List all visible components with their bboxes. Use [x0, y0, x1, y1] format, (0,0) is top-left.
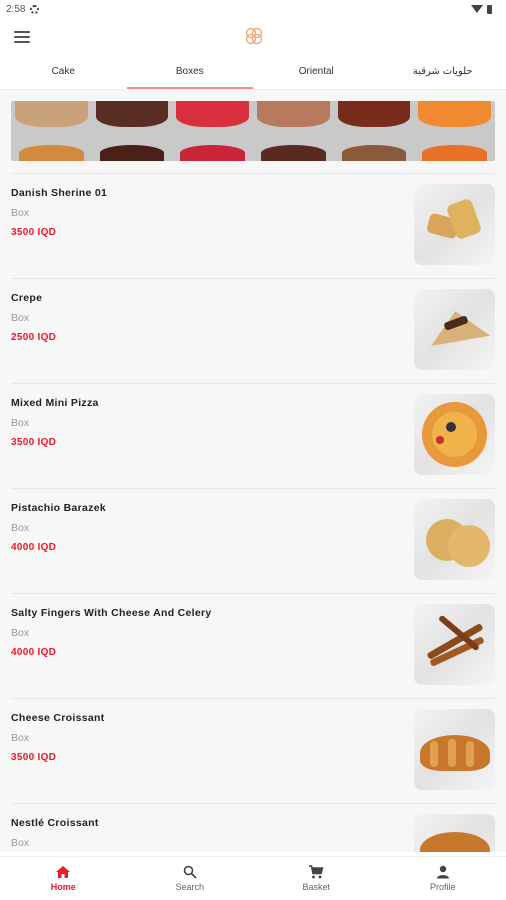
- product-image: [414, 709, 495, 790]
- settings-icon: [30, 4, 40, 14]
- product-name: Salty Fingers With Cheese And Celery: [11, 607, 212, 619]
- tab-oriental[interactable]: Oriental: [253, 56, 380, 89]
- category-tabs: Cake Boxes Oriental حلويات شرقية: [0, 56, 506, 90]
- product-name: Cheese Croissant: [11, 712, 105, 724]
- home-icon: [56, 866, 71, 878]
- product-type: Box: [11, 732, 30, 744]
- product-price: 3500 IQD: [11, 437, 57, 448]
- product-name: Crepe: [11, 292, 43, 304]
- product-type: Box: [11, 627, 30, 639]
- product-item[interactable]: Cheese Croissant Box 3500 IQD: [11, 699, 495, 804]
- product-type: Box: [11, 837, 30, 849]
- product-price: 3500 IQD: [11, 752, 57, 763]
- product-type: Box: [11, 522, 30, 534]
- product-image: [414, 394, 495, 475]
- banner-image[interactable]: [11, 101, 495, 161]
- product-type: Box: [11, 207, 30, 219]
- product-price: 4000 IQD: [11, 647, 57, 658]
- product-image: [414, 814, 495, 852]
- product-image: [414, 499, 495, 580]
- nav-home-label: Home: [50, 882, 76, 892]
- battery-icon: [487, 4, 492, 14]
- tab-boxes[interactable]: Boxes: [126, 56, 253, 89]
- product-name: Nestlé Croissant: [11, 817, 99, 829]
- nav-basket[interactable]: Basket: [253, 857, 380, 900]
- product-price: 4000 IQD: [11, 542, 57, 553]
- nav-profile-label: Profile: [429, 882, 456, 892]
- product-type: Box: [11, 417, 30, 429]
- product-item[interactable]: Mixed Mini Pizza Box 3500 IQD: [11, 384, 495, 489]
- user-icon: [436, 865, 449, 879]
- product-list[interactable]: Danish Sherine 01 Box 3500 IQD Crepe Box…: [0, 90, 506, 852]
- product-item[interactable]: Nestlé Croissant Box: [11, 804, 495, 852]
- bottom-navigation: Home Search Basket Profile: [0, 856, 506, 900]
- nav-search[interactable]: Search: [127, 857, 254, 900]
- nav-home[interactable]: Home: [0, 857, 127, 900]
- search-icon: [183, 865, 197, 879]
- status-bar: 2:58: [0, 0, 506, 18]
- cart-icon: [309, 865, 324, 879]
- product-item[interactable]: Salty Fingers With Cheese And Celery Box…: [11, 594, 495, 699]
- wifi-icon: [471, 5, 483, 13]
- nav-basket-label: Basket: [302, 882, 330, 892]
- product-item[interactable]: Pistachio Barazek Box 4000 IQD: [11, 489, 495, 594]
- product-price: 2500 IQD: [11, 332, 57, 343]
- product-image: [414, 184, 495, 265]
- tab-cake[interactable]: Cake: [0, 56, 127, 89]
- nav-search-label: Search: [175, 882, 205, 892]
- product-price: 3500 IQD: [11, 227, 57, 238]
- product-name: Mixed Mini Pizza: [11, 397, 99, 409]
- product-image: [414, 604, 495, 685]
- product-name: Pistachio Barazek: [11, 502, 106, 514]
- product-image: [414, 289, 495, 370]
- product-item[interactable]: Danish Sherine 01 Box 3500 IQD: [11, 174, 495, 279]
- app-bar: [0, 18, 506, 56]
- nav-profile[interactable]: Profile: [380, 857, 506, 900]
- product-item[interactable]: Crepe Box 2500 IQD: [11, 279, 495, 384]
- menu-icon[interactable]: [14, 31, 30, 43]
- brand-logo: [245, 27, 263, 45]
- tab-oriental-sweets-arabic[interactable]: حلويات شرقية: [380, 56, 506, 89]
- status-time: 2:58: [6, 3, 26, 15]
- product-type: Box: [11, 312, 30, 324]
- product-name: Danish Sherine 01: [11, 187, 108, 199]
